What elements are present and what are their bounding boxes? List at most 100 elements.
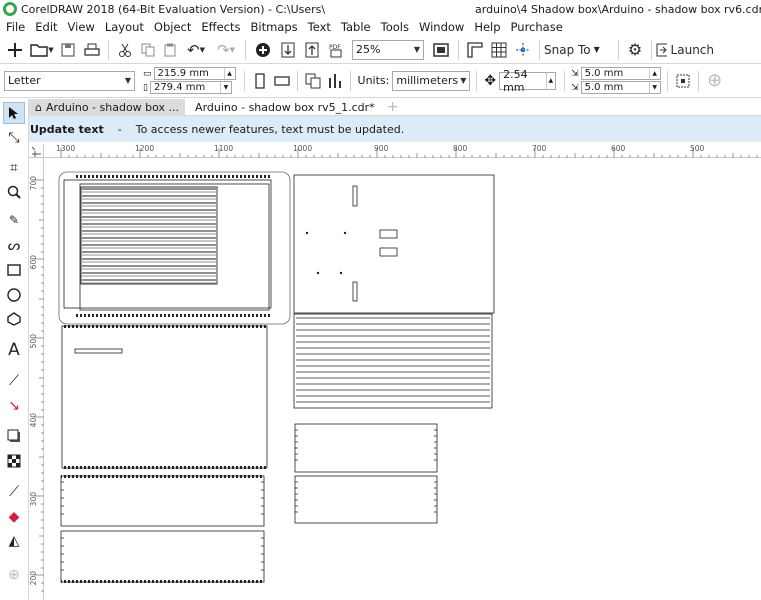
page-width-input[interactable]: 215.9 mm ▲ [153,67,236,80]
cut-button[interactable] [113,39,137,61]
full-screen-icon [433,42,449,57]
current-page-button[interactable] [324,70,346,92]
page-size-value: Letter [8,74,41,87]
ellipse-tool[interactable] [3,284,25,306]
ellipse-icon [7,288,21,302]
add-button[interactable]: ⊕ [703,70,727,92]
pick-tool[interactable] [3,102,25,124]
launch-button[interactable]: Launch [656,39,714,61]
zoom-tool[interactable] [3,181,25,203]
smart-fill-tool[interactable]: ◭ [3,530,25,552]
menu-edit[interactable]: Edit [30,20,62,34]
open-button[interactable]: ▼ [28,39,56,61]
search-content-button[interactable] [250,39,276,61]
notification-title: Update text [30,122,104,136]
add-circle-icon: ⊕ [8,567,20,583]
treat-as-filled-button[interactable] [672,70,694,92]
full-screen-button[interactable] [428,39,454,61]
panel-bottom-2[interactable] [60,530,265,583]
text-tool[interactable]: A [3,339,25,361]
panel-lid[interactable] [58,171,291,325]
tab-document-rv5[interactable]: Arduino - shadow box rv5_1.cdr* [189,99,381,116]
nudge-icon: ✥ [484,72,497,89]
add-circle-icon: ⊕ [707,70,723,91]
new-document-button[interactable] [2,39,28,61]
landscape-button[interactable] [271,70,293,92]
transparency-tool[interactable] [3,450,25,472]
panel-bottom-1[interactable] [60,475,265,527]
show-grid-button[interactable] [487,39,511,61]
spin-arrows-icon[interactable]: ▲ [223,68,235,79]
interactive-fill-tool[interactable]: ◆ [3,506,25,528]
polygon-tool[interactable] [3,308,25,330]
add-tool-button[interactable]: ⊕ [3,564,25,586]
panel-side-1[interactable] [294,423,438,473]
duplicate-y-input[interactable]: 5.0 mm ▼ [580,81,661,94]
panel-back[interactable] [293,174,495,314]
spin-arrows-icon[interactable]: ▲ [648,68,660,79]
new-tab-button[interactable]: + [381,99,405,116]
snap-to-button[interactable]: Snap To ▼ [544,39,614,61]
panel-slats[interactable] [293,313,493,409]
ruler-origin[interactable] [29,144,44,158]
nudge-distance-input[interactable]: 2.54 mm ▲ [499,68,557,94]
freehand-tool[interactable]: ✎ [3,209,25,231]
menu-view[interactable]: View [63,20,100,34]
rectangle-icon [7,264,21,276]
page-height-input[interactable]: 279.4 mm ▼ [149,81,232,94]
spin-arrows-icon[interactable]: ▼ [648,82,660,93]
menu-help[interactable]: Help [469,20,505,34]
export-icon [305,42,319,57]
import-icon [281,42,295,57]
menu-layout[interactable]: Layout [100,20,149,34]
menu-table[interactable]: Table [336,20,376,34]
vertical-ruler[interactable]: 700 600 500 400 300 200 [29,158,44,600]
all-pages-icon [305,73,321,88]
crop-tool[interactable]: ⌗ [3,157,25,179]
print-button[interactable] [80,39,104,61]
show-rulers-button[interactable] [463,39,487,61]
zoom-level-combo[interactable]: 25% ▼ [352,39,424,60]
drawing-canvas[interactable] [45,159,761,600]
paste-button[interactable] [159,39,181,61]
page-size-combo[interactable]: Letter ▼ [4,70,135,91]
menu-purchase[interactable]: Purchase [506,20,568,34]
toolbar-separator [539,39,540,60]
options-button[interactable]: ⚙ [623,39,647,61]
publish-pdf-button[interactable]: PDF [324,39,350,61]
menu-text[interactable]: Text [303,20,336,34]
parallel-dimension-tool[interactable]: ⟋ [3,370,25,392]
shape-tool[interactable]: ⤡ [3,127,25,149]
artistic-media-tool[interactable]: ᔕ [3,235,25,257]
redo-button[interactable]: ↷ ▼ [211,39,241,61]
all-pages-button[interactable] [302,70,324,92]
spin-arrows-icon[interactable]: ▼ [219,82,231,93]
horizontal-ruler[interactable]: 1300 1200 1100 1000 900 800 700 600 500 [44,144,761,158]
menu-window[interactable]: Window [414,20,469,34]
menu-effects[interactable]: Effects [196,20,245,34]
export-button[interactable] [300,39,324,61]
eyedropper-tool[interactable]: ⟋ [3,481,25,503]
menu-object[interactable]: Object [149,20,196,34]
import-button[interactable] [276,39,300,61]
menu-tools[interactable]: Tools [376,20,414,34]
tab-document-rv6[interactable]: ⌂ Arduino - shadow box ... [29,98,186,116]
rectangle-tool[interactable] [3,259,25,281]
copy-button[interactable] [137,39,159,61]
menu-file[interactable]: File [0,20,30,34]
drop-shadow-tool[interactable] [3,425,25,447]
spin-arrows-icon[interactable]: ▲ [545,72,556,89]
tab-label: Arduino - shadow box ... [45,100,180,114]
show-guidelines-button[interactable] [511,39,535,61]
panel-side-2[interactable] [294,475,438,524]
ruler-label: 1000 [293,144,313,153]
save-button[interactable] [56,39,80,61]
duplicate-x-input[interactable]: 5.0 mm ▲ [580,67,661,80]
units-combo[interactable]: millimeters ▼ [392,70,471,91]
connector-tool[interactable]: ↘ [3,395,25,417]
toolbar-separator [666,70,668,91]
portrait-button[interactable] [249,70,271,92]
panel-front[interactable] [61,325,268,469]
menu-bitmaps[interactable]: Bitmaps [245,20,302,34]
undo-button[interactable]: ↶ ▼ [181,39,211,61]
